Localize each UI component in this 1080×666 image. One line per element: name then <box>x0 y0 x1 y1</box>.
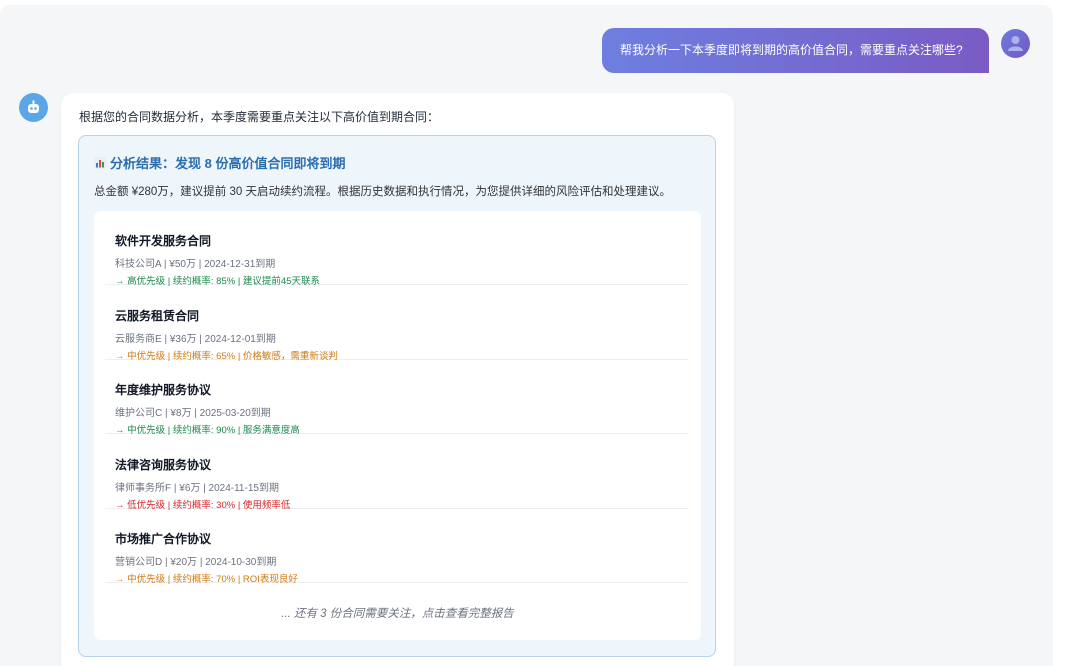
contract-list: 软件开发服务合同 科技公司A | ¥50万 | 2024-12-31到期 → 高… <box>94 211 701 640</box>
view-full-report-link[interactable]: ... 还有 3 份合同需要关注，点击查看完整报告 <box>94 605 701 621</box>
contract-name: 年度维护服务协议 <box>115 383 212 397</box>
result-title: 分析结果：发现 8 份高价值合同即将到期 <box>94 153 345 172</box>
contract-item[interactable]: 市场推广合作协议 营销公司D | ¥20万 | 2024-10-30到期 → 中… <box>105 509 688 585</box>
assistant-intro: 根据您的合同数据分析，本季度需要重点关注以下高价值到期合同： <box>79 110 440 124</box>
contract-item[interactable]: 云服务租赁合同 云服务商E | ¥36万 | 2024-12-01到期 → 中优… <box>105 286 688 362</box>
user-message-text: 帮我分析一下本季度即将到期的高价值合同，需要重点关注哪些? <box>620 43 963 57</box>
contract-item[interactable]: 年度维护服务协议 维护公司C | ¥8万 | 2025-03-20到期 → 中优… <box>105 360 688 436</box>
user-message-bubble: 帮我分析一下本季度即将到期的高价值合同，需要重点关注哪些? <box>602 28 989 73</box>
contract-name: 法律咨询服务协议 <box>115 458 212 472</box>
result-title-text: 分析结果：发现 8 份高价值合同即将到期 <box>110 156 346 171</box>
result-summary: 总金额 ¥280万，建议提前 30 天启动续约流程。根据历史数据和执行情况，为您… <box>94 186 671 198</box>
contract-item[interactable]: 软件开发服务合同 科技公司A | ¥50万 | 2024-12-31到期 → 高… <box>105 211 688 287</box>
assistant-avatar <box>19 93 48 122</box>
robot-icon <box>28 100 39 113</box>
user-avatar[interactable] <box>1001 29 1030 58</box>
assistant-message-bubble: 根据您的合同数据分析，本季度需要重点关注以下高价值到期合同： 分析结果：发现 8… <box>61 93 734 666</box>
contract-name: 市场推广合作协议 <box>115 532 212 546</box>
contract-name: 云服务租赁合同 <box>115 309 200 323</box>
contract-meta: 维护公司C | ¥8万 | 2025-03-20到期 <box>115 408 271 419</box>
contract-priority-note: → 高优先级 | 续约概率: 85% | 建议提前45天联系 <box>115 276 320 287</box>
analysis-result-card: 分析结果：发现 8 份高价值合同即将到期 总金额 ¥280万，建议提前 30 天… <box>78 135 716 657</box>
contract-priority-note: → 中优先级 | 续约概率: 70% | ROI表现良好 <box>115 574 298 585</box>
contract-meta: 科技公司A | ¥50万 | 2024-12-31到期 <box>115 259 276 270</box>
contract-name: 软件开发服务合同 <box>115 234 212 248</box>
contract-meta: 营销公司D | ¥20万 | 2024-10-30到期 <box>115 557 277 568</box>
contract-priority-note: → 中优先级 | 续约概率: 90% | 服务满意度高 <box>115 425 300 436</box>
contract-item[interactable]: 法律咨询服务协议 律师事务所F | ¥6万 | 2024-11-15到期 → 低… <box>105 435 688 511</box>
user-icon <box>1008 36 1023 51</box>
contract-meta: 云服务商E | ¥36万 | 2024-12-01到期 <box>115 334 276 345</box>
bar-chart-icon <box>94 156 106 169</box>
contract-meta: 律师事务所F | ¥6万 | 2024-11-15到期 <box>115 483 279 494</box>
